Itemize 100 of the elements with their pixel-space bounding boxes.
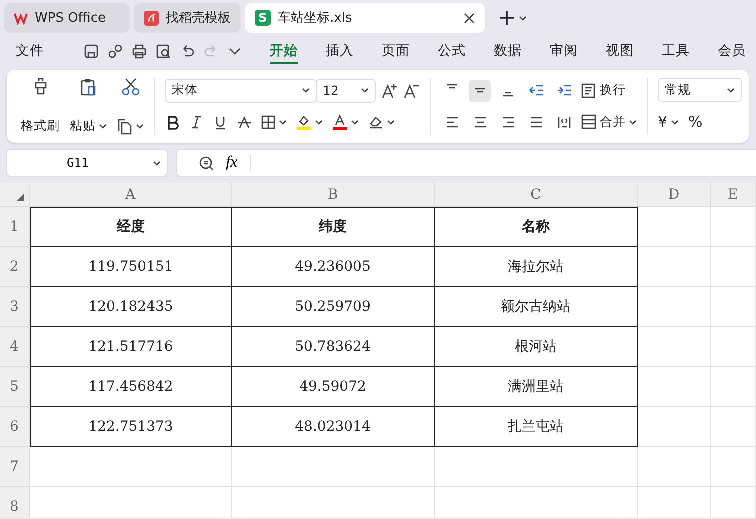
scissors-icon[interactable]: [122, 78, 140, 96]
align-icon: [475, 88, 485, 94]
new-tab-icon[interactable]: [499, 10, 515, 26]
save-icon[interactable]: [84, 44, 99, 58]
increase-font-icon[interactable]: [382, 82, 398, 99]
clipboard-icon[interactable]: [80, 78, 98, 96]
caret-icon[interactable]: [315, 118, 323, 126]
ribbon-tab[interactable]: 数据: [494, 38, 522, 64]
empty-cell[interactable]: [711, 207, 756, 247]
ribbon-tab[interactable]: 审阅: [550, 38, 578, 64]
font-color-icon[interactable]: [332, 114, 348, 130]
ribbon-tab[interactable]: 插入: [326, 38, 354, 64]
row-header[interactable]: 4: [0, 327, 30, 367]
print-preview-icon[interactable]: [156, 44, 171, 58]
row-header[interactable]: 7: [0, 447, 30, 487]
caret-icon[interactable]: [629, 118, 637, 126]
row-header[interactable]: 6: [0, 407, 30, 447]
percent-button[interactable]: %: [688, 113, 703, 131]
ribbon-tab[interactable]: 公式: [438, 38, 466, 64]
function-button[interactable]: fx: [226, 154, 238, 172]
file-menu[interactable]: 文件: [16, 42, 44, 60]
caret-icon[interactable]: [670, 118, 679, 126]
empty-cell[interactable]: [711, 247, 756, 287]
table-cell: 纬度: [319, 218, 347, 236]
print-icon[interactable]: [132, 44, 147, 58]
caret-icon[interactable]: [136, 123, 144, 130]
empty-cell[interactable]: [711, 407, 756, 447]
empty-cell[interactable]: [638, 407, 711, 447]
name-box[interactable]: G11: [6, 149, 168, 177]
caret-icon[interactable]: [279, 118, 287, 126]
caret-icon[interactable]: [387, 118, 395, 126]
highlight-icon[interactable]: [296, 114, 312, 130]
align-icon: [447, 84, 457, 90]
document-tab[interactable]: S 车站坐标.xls: [245, 3, 485, 33]
empty-cell[interactable]: [711, 447, 756, 487]
zoom-icon[interactable]: [199, 156, 214, 170]
table-cell: 50.259709: [295, 298, 371, 314]
formula-bar[interactable]: fx: [176, 149, 756, 177]
table-cell: 满洲里站: [508, 378, 564, 396]
row-header[interactable]: 1: [0, 207, 30, 247]
caret-icon[interactable]: [351, 118, 359, 126]
caret-icon[interactable]: [361, 87, 369, 94]
ribbon-tab[interactable]: 会员: [718, 38, 746, 64]
copy-icon[interactable]: [117, 118, 133, 135]
select-all-icon[interactable]: [16, 193, 25, 202]
vertical-align-button[interactable]: [469, 80, 491, 102]
empty-cell[interactable]: [711, 367, 756, 407]
caret-icon[interactable]: [153, 160, 161, 166]
ribbon-tab[interactable]: 工具: [662, 38, 690, 64]
italic-icon[interactable]: [189, 114, 204, 130]
document-tab[interactable]: 找稻壳模板: [134, 3, 241, 33]
row-header[interactable]: 3: [0, 287, 30, 327]
row-header[interactable]: 8: [0, 487, 30, 518]
table-cell: 海拉尔站: [508, 258, 564, 276]
empty-cell[interactable]: [638, 327, 711, 367]
font-size-dropdown[interactable]: 12: [316, 78, 376, 103]
table-cell: 额尔古纳站: [501, 298, 571, 316]
align-center-icon: [472, 114, 488, 130]
empty-cell[interactable]: [711, 327, 756, 367]
document-tab[interactable]: WPS Office: [4, 3, 130, 33]
empty-cell[interactable]: [638, 247, 711, 287]
empty-cell[interactable]: [232, 447, 435, 487]
font-name-dropdown[interactable]: 宋体: [165, 78, 317, 103]
empty-cell[interactable]: [435, 447, 638, 487]
underline-icon[interactable]: [213, 114, 228, 130]
format-painter-button[interactable]: 格式刷: [21, 118, 60, 135]
row-header[interactable]: 2: [0, 247, 30, 287]
bold-icon[interactable]: [165, 114, 180, 130]
number-format-dropdown[interactable]: 常规: [658, 78, 742, 102]
close-icon[interactable]: [464, 12, 475, 24]
column-header[interactable]: E: [711, 183, 756, 207]
ribbon-tab[interactable]: 页面: [382, 38, 410, 64]
ribbon-tab[interactable]: 开始: [270, 38, 298, 64]
empty-cell[interactable]: [638, 207, 711, 247]
column-header[interactable]: C: [435, 183, 638, 207]
paste-button[interactable]: 粘贴: [70, 118, 107, 135]
empty-cell[interactable]: [638, 287, 711, 327]
currency-button[interactable]: ¥: [658, 113, 679, 131]
caret-icon[interactable]: [302, 87, 310, 94]
column-header[interactable]: A: [30, 183, 232, 207]
row-header[interactable]: 5: [0, 367, 30, 407]
borders-icon[interactable]: [261, 114, 276, 130]
merge-cells-button[interactable]: 合并: [581, 114, 637, 131]
align-right-icon: [500, 114, 516, 130]
tab-list-caret-icon[interactable]: [519, 14, 527, 22]
wrap-text-button[interactable]: 换行: [581, 82, 626, 100]
strikethrough-icon[interactable]: [237, 114, 252, 130]
column-header[interactable]: B: [232, 183, 435, 207]
table-cell: 48.023014: [295, 418, 371, 434]
distributed-align-icon: [556, 114, 572, 130]
decrease-font-icon[interactable]: [404, 82, 420, 99]
empty-cell[interactable]: [638, 447, 711, 487]
ribbon-tab[interactable]: 视图: [606, 38, 634, 64]
empty-cell[interactable]: [711, 287, 756, 327]
table-cell: 根河站: [515, 338, 557, 356]
empty-cell[interactable]: [638, 367, 711, 407]
column-header[interactable]: D: [638, 183, 711, 207]
table-cell: 117.456842: [88, 378, 174, 394]
caret-icon[interactable]: [99, 123, 107, 130]
caret-icon[interactable]: [727, 86, 735, 94]
